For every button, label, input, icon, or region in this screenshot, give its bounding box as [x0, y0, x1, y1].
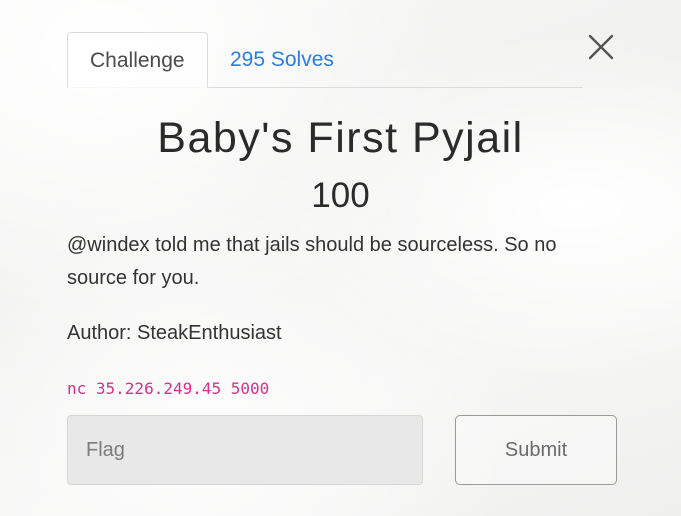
- challenge-title: Baby's First Pyjail: [157, 114, 524, 162]
- tab-challenge-label: Challenge: [90, 49, 185, 72]
- challenge-author: Author: SteakEnthusiast: [67, 322, 282, 344]
- challenge-description: @windex told me that jails should be sou…: [67, 234, 557, 289]
- close-button[interactable]: [584, 30, 618, 64]
- challenge-tabs: Challenge 295 Solves: [67, 32, 583, 88]
- challenge-modal: Challenge 295 Solves Baby's First Pyjail…: [0, 0, 681, 516]
- challenge-points: 100: [311, 176, 370, 215]
- tab-solves[interactable]: 295 Solves: [208, 32, 356, 87]
- close-icon: [588, 34, 614, 60]
- tab-solves-label: 295 Solves: [230, 48, 334, 71]
- connection-info: nc 35.226.249.45 5000: [67, 379, 270, 398]
- tab-challenge[interactable]: Challenge: [67, 32, 208, 88]
- submit-button[interactable]: Submit: [455, 415, 617, 485]
- flag-input[interactable]: [67, 415, 423, 485]
